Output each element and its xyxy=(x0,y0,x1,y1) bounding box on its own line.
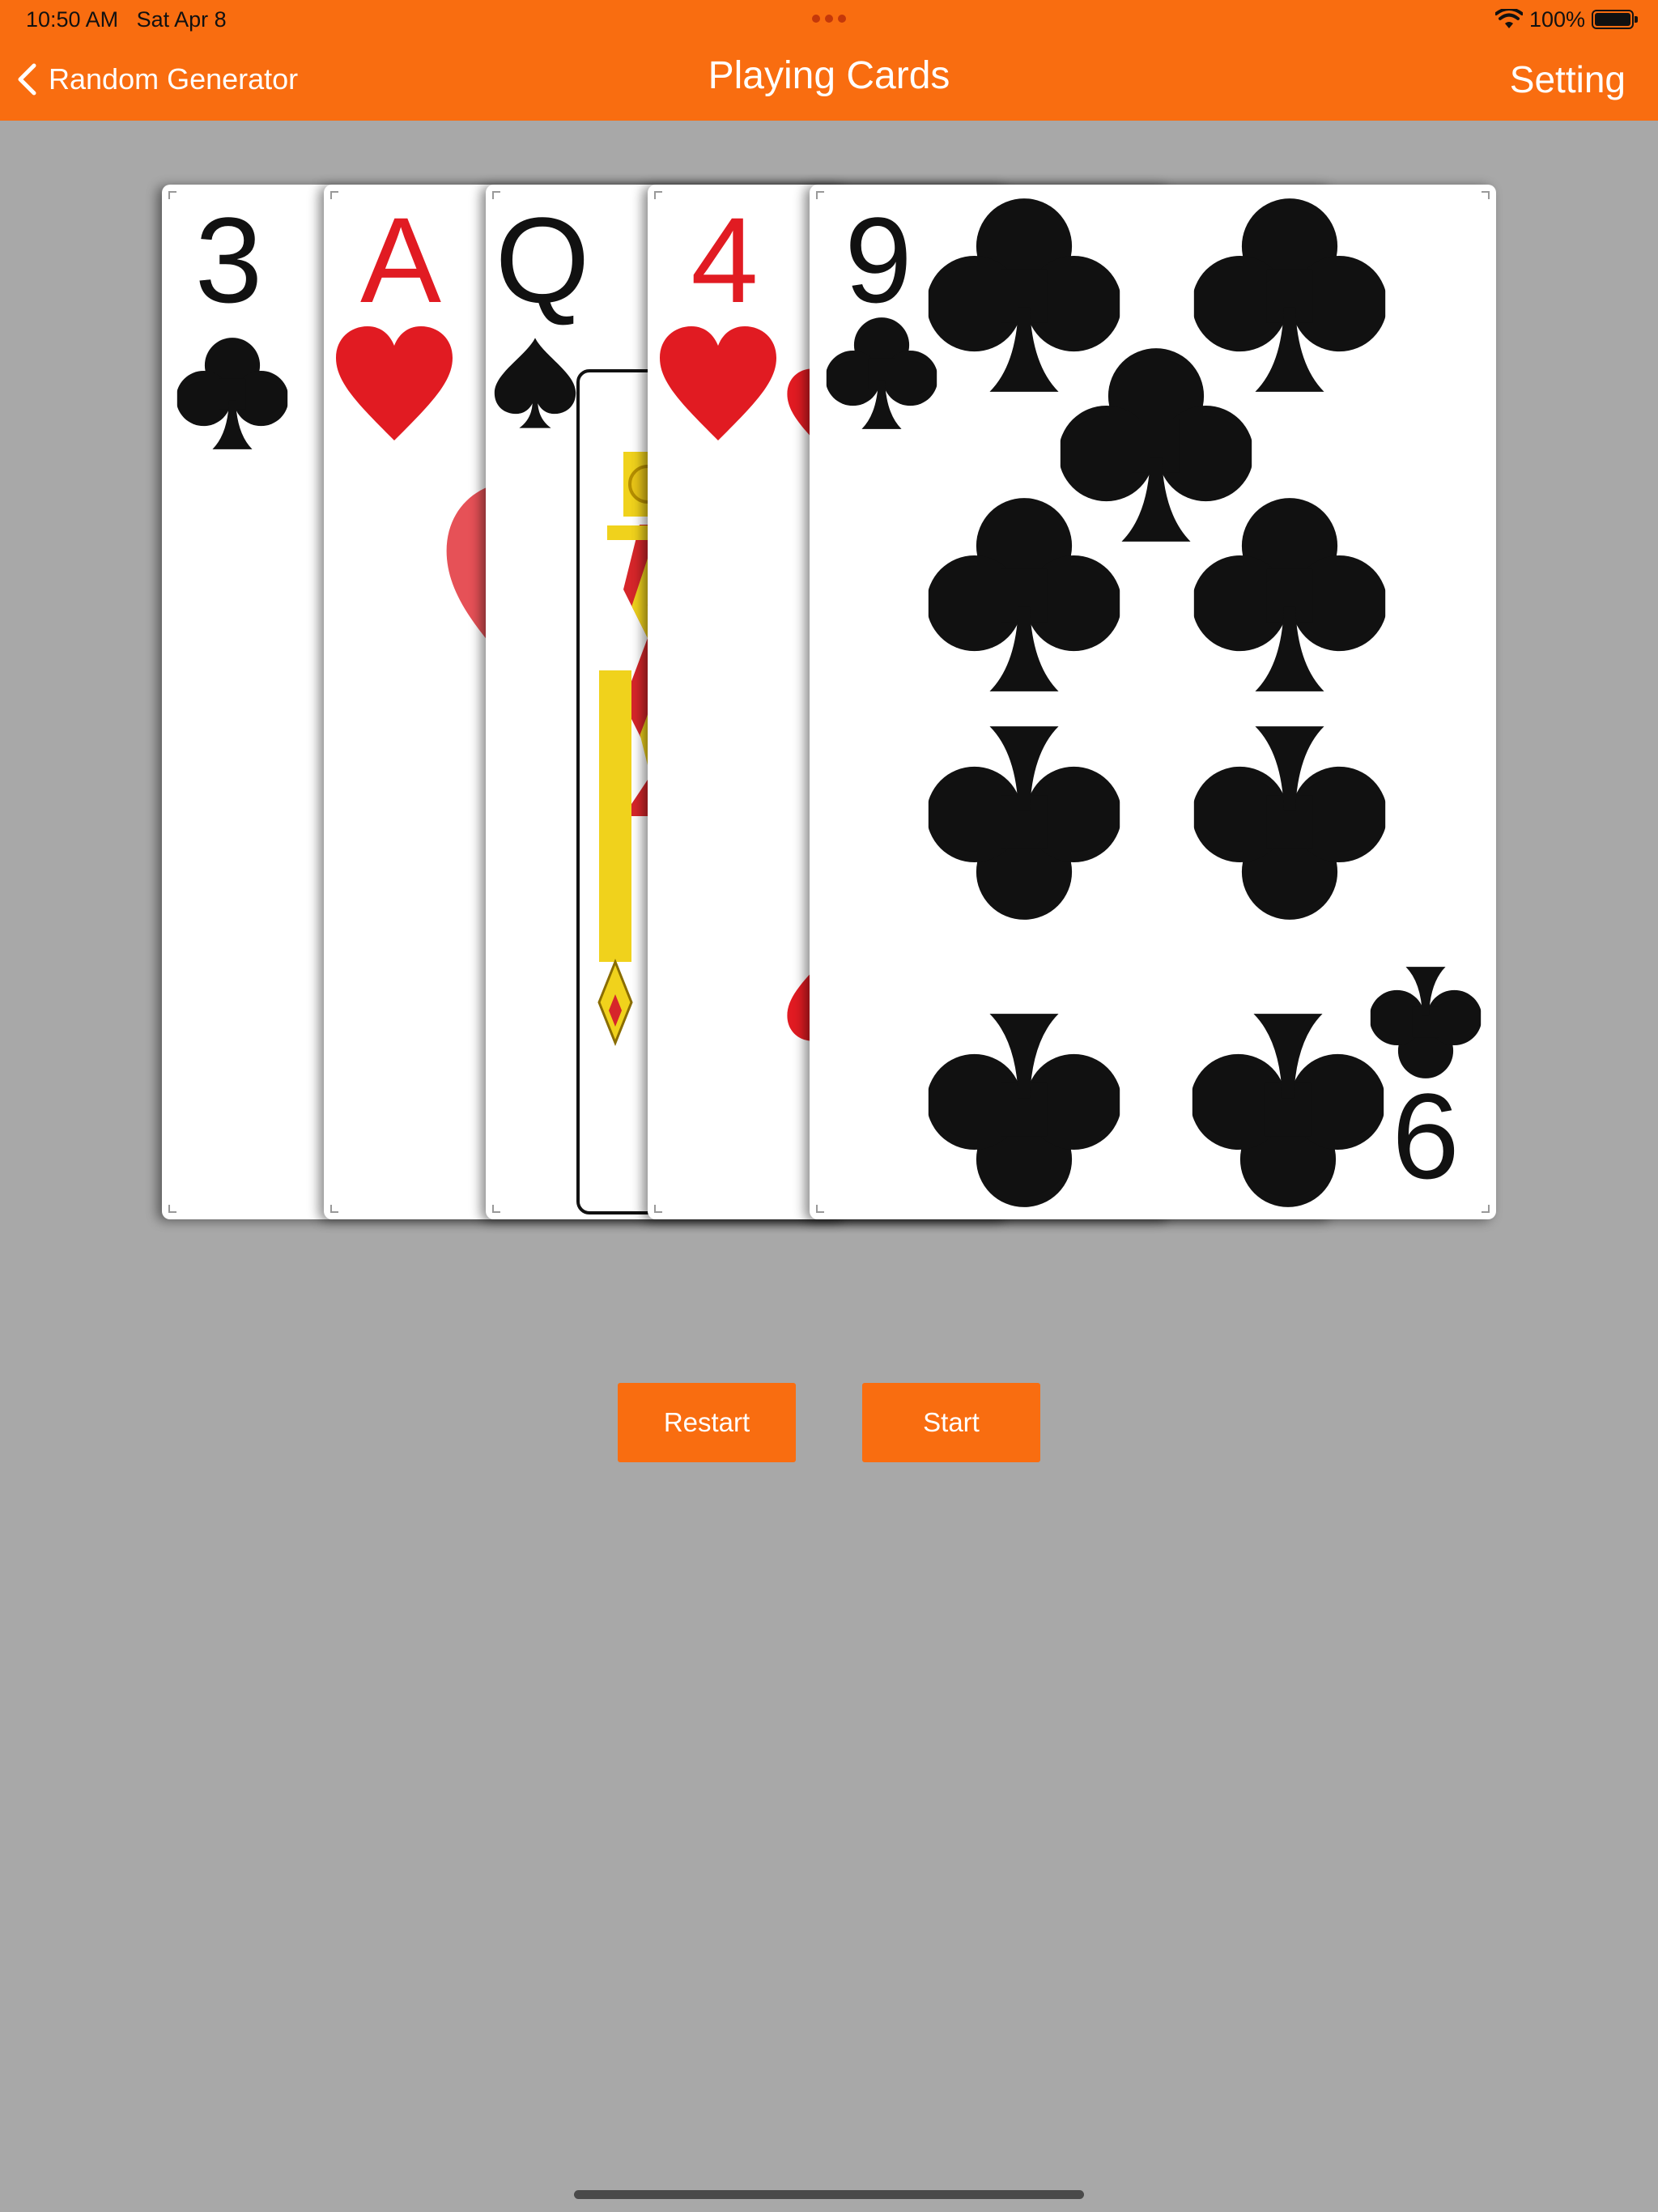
club-icon xyxy=(172,334,293,456)
card-bottom-rank: 6 xyxy=(1392,1068,1460,1204)
status-time: 10:50 AM Sat Apr 8 xyxy=(26,7,227,32)
start-button[interactable]: Start xyxy=(862,1383,1040,1462)
club-icon xyxy=(1187,1002,1389,1213)
heart-icon xyxy=(334,324,455,445)
top-bar: 10:50 AM Sat Apr 8 100% Random Generator… xyxy=(0,0,1658,121)
card-rank: 9 xyxy=(844,192,912,328)
home-indicator[interactable] xyxy=(574,2190,1084,2199)
wifi-icon xyxy=(1494,9,1523,28)
club-icon xyxy=(1365,960,1486,1082)
battery-percent: 100% xyxy=(1528,6,1585,32)
card-rank: A xyxy=(359,192,442,328)
setting-button[interactable]: Setting xyxy=(1510,55,1626,104)
spade-icon xyxy=(491,334,580,432)
card-9-of-clubs[interactable]: 9 6 xyxy=(810,185,1496,1219)
club-icon xyxy=(923,1002,1125,1213)
card-rank: 3 xyxy=(194,192,263,328)
page-title: Playing Cards xyxy=(708,54,950,97)
club-icon xyxy=(923,492,1125,703)
card-rank: 4 xyxy=(691,192,759,328)
restart-button[interactable]: Restart xyxy=(618,1383,796,1462)
club-icon xyxy=(1188,492,1391,703)
heart-icon xyxy=(657,324,779,445)
club-icon xyxy=(1188,715,1391,925)
club-icon xyxy=(923,715,1125,925)
battery-icon xyxy=(1592,10,1638,29)
multitasking-dots-icon[interactable] xyxy=(812,15,846,24)
status-indicators: 100% xyxy=(1494,6,1638,32)
